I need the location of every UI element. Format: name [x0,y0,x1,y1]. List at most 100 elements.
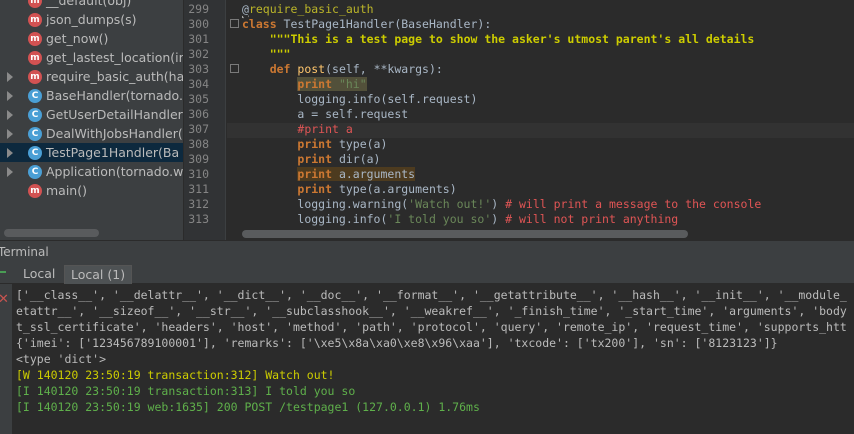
decorator-at: @ [242,2,249,16]
line-number: 302 [188,47,209,61]
code-line-302[interactable]: """ [242,47,291,62]
terminal-output[interactable]: ['__class__', '__delattr__', '__dict__',… [12,285,854,434]
class-icon: C [28,126,42,141]
structure-item[interactable]: m main() [0,181,183,200]
expand-arrow-icon[interactable] [7,109,13,120]
terminal-line: {'imei': ['123456789100001'], 'remarks':… [16,336,778,350]
line-number: 300 [188,17,209,31]
keyword: print [297,77,333,91]
code-line-313[interactable]: logging.info('I told you so') # will not… [242,212,678,227]
expand-arrow-icon[interactable] [7,128,13,139]
structure-item[interactable]: m get_now() [0,29,183,48]
structure-item[interactable]: m json_dumps(s) [0,10,183,29]
method-icon: m [28,12,42,27]
terminal-header: Terminal [0,240,854,262]
code-editor[interactable]: 299 300 301 302 303 304 305 306 307 308 309 310 311 3… [184,0,854,240]
method-icon: m [28,31,42,46]
line-number-gutter: 299 300 301 302 303 304 305 306 307 308 309 310 311 3… [184,0,226,240]
line-number: 301 [188,32,209,46]
comment: #print a [297,122,353,136]
function-name: post [290,62,326,76]
code-line-300[interactable]: class TestPage1Handler(BaseHandler): [242,17,491,32]
code-text: logging.info(self.request) [297,92,478,106]
decorator-name: require_basic_auth [248,2,374,16]
structure-item[interactable]: C DealWithJobsHandler( [0,124,183,143]
class-icon: C [28,164,42,179]
terminal-line: <type 'dict'> [16,352,107,366]
line-number: 307 [188,122,209,136]
function-params: (self, **kwargs): [325,62,443,76]
keyword: print [297,182,333,196]
line-number: 303 [188,62,209,76]
code-line-305[interactable]: logging.info(self.request) [242,92,477,107]
code-line-303[interactable]: def post(self, **kwargs): [242,62,443,77]
structure-item-label: DealWithJobsHandler( [46,126,183,141]
terminal-line: t_ssl_certificate', 'headers', 'host', '… [16,320,847,334]
fold-icon[interactable] [230,64,239,73]
code-text: a.arguments [332,167,416,181]
structure-item-label: __default(obj) [46,0,132,8]
code-line-308[interactable]: print type(a) [242,137,387,152]
terminal-title: Terminal [0,245,49,259]
code-line-299[interactable]: @require_basic_auth [242,2,374,17]
structure-item-label: get_now() [46,31,109,46]
class-icon: C [28,107,42,122]
docstring-end: """ [269,47,291,61]
expand-arrow-icon[interactable] [7,90,13,101]
structure-item[interactable]: C TestPage1Handler(Ba [0,143,183,162]
expand-arrow-icon[interactable] [7,147,13,158]
code-line-307[interactable]: #print a [242,122,353,137]
tab-local[interactable]: Local [17,265,61,284]
comment: # will print a message to the console [498,197,762,211]
structure-item[interactable]: C GetUserDetailHandler [0,105,183,124]
structure-item[interactable]: C BaseHandler(tornado. [0,86,183,105]
code-line-309[interactable]: print dir(a) [242,152,380,167]
class-icon: C [28,145,42,160]
code-line-312[interactable]: logging.warning('Watch out!') # will pri… [242,197,761,212]
structure-item[interactable]: C Application(tornado.w [0,162,183,181]
structure-item-label: GetUserDetailHandler [46,107,183,122]
editor-horizontal-scrollbar[interactable] [242,230,688,238]
structure-item[interactable]: m __default(obj) [0,0,183,10]
code-text: logging.warning( [297,197,409,211]
structure-item-label: BaseHandler(tornado. [46,88,183,103]
structure-panel: m __default(obj) m json_dumps(s) m get_now() m… [0,0,184,240]
structure-item-label: require_basic_auth(ha [46,69,184,84]
terminal-line: [I 140120 23:50:19 web:1635] 200 POST /t… [16,400,480,414]
code-line-304[interactable]: print "hi" [242,77,367,92]
code-text: a = self.request [297,107,409,121]
code-text: dir(a) [332,152,381,166]
fold-icon[interactable] [230,19,239,28]
line-number: 308 [188,137,209,151]
structure-item[interactable]: m get_lastest_location(im [0,48,184,67]
code-text: type(a) [332,137,388,151]
new-terminal-icon[interactable] [0,268,8,276]
line-number: 305 [188,92,209,106]
close-terminal-icon[interactable]: ✕ [0,292,9,307]
line-number: 309 [188,152,209,166]
line-number: 310 [188,167,209,181]
code-line-310[interactable]: print a.arguments [242,167,416,182]
tab-local-1[interactable]: Local (1) [64,265,133,284]
structure-horizontal-scrollbar[interactable] [4,229,99,237]
expand-arrow-icon[interactable] [7,71,13,82]
line-number: 311 [188,182,209,196]
code-line-301[interactable]: """This is a test page to show the asker… [242,32,755,47]
terminal-line: ['__class__', '__delattr__', '__dict__',… [16,288,847,302]
structure-item-label: TestPage1Handler(Ba [46,145,180,160]
method-icon: m [28,183,42,198]
structure-item-label: get_lastest_location(im [46,50,184,65]
line-number: 304 [188,77,209,91]
expand-arrow-icon[interactable] [7,166,13,177]
keyword: print [297,152,333,166]
terminal-line: [W 140120 23:50:19 transaction:312] Watc… [16,368,335,382]
code-line-311[interactable]: print type(a.arguments) [242,182,457,197]
keyword: class [242,17,277,31]
class-icon: C [28,88,42,103]
code-text: type(a.arguments) [332,182,457,196]
structure-item[interactable]: m require_basic_auth(ha [0,67,184,86]
terminal-line: etattr__', '__sizeof__', '__str__', '__s… [16,304,847,318]
method-icon: m [28,50,42,65]
docstring: """This is a test page to show the asker… [269,32,755,46]
code-line-306[interactable]: a = self.request [242,107,408,122]
